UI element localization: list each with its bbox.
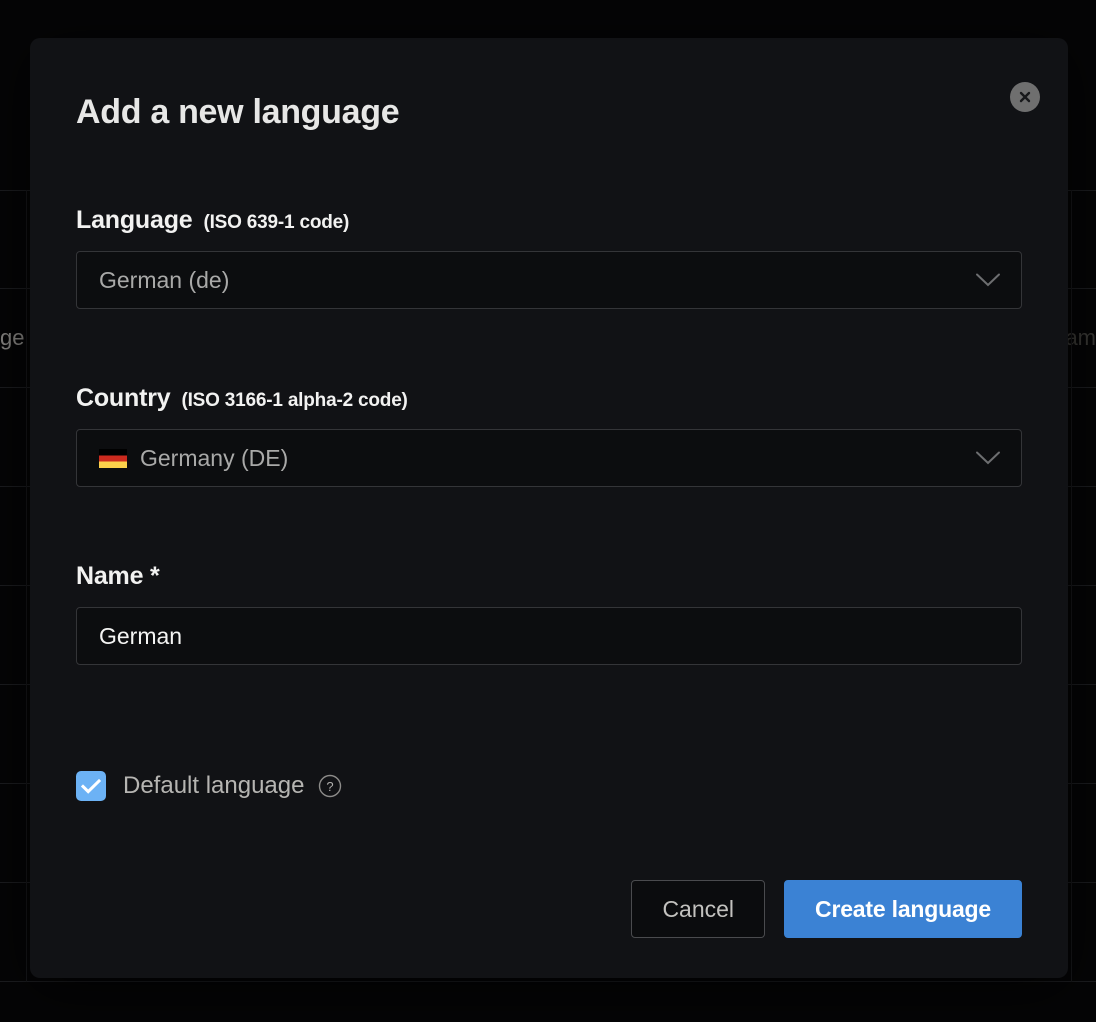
table-column-separator [26, 190, 27, 982]
language-select[interactable]: German (de) [76, 251, 1022, 309]
language-select-value: German (de) [99, 266, 230, 293]
default-language-row: Default language ? [76, 771, 342, 801]
country-select-value: Germany (DE) [140, 444, 289, 471]
question-circle-icon[interactable]: ? [318, 774, 342, 798]
dialog-title: Add a new language [76, 93, 400, 131]
country-label-text: Country [76, 384, 171, 412]
close-icon[interactable] [1010, 82, 1040, 112]
name-input-value: German [99, 622, 183, 649]
language-label-text: Language [76, 206, 193, 234]
name-label-text: Name * [76, 562, 160, 590]
chevron-down-icon [976, 451, 1000, 465]
country-label: Country (ISO 3166-1 alpha-2 code) [76, 384, 1022, 413]
default-language-label[interactable]: Default language [123, 772, 304, 800]
table-column-separator [1071, 190, 1072, 982]
create-language-button[interactable]: Create language [784, 880, 1022, 938]
language-field: Language (ISO 639-1 code) German (de) [76, 206, 1022, 309]
name-input[interactable]: German [76, 607, 1022, 665]
chevron-down-icon [976, 273, 1000, 287]
cancel-button[interactable]: Cancel [631, 880, 766, 938]
name-field: Name * German [76, 562, 1022, 665]
table-cell-left: ge [0, 325, 25, 350]
svg-text:?: ? [327, 779, 334, 794]
flag-de-icon [99, 448, 127, 468]
add-language-dialog: Add a new language Language (ISO 639-1 c… [30, 38, 1068, 978]
country-label-note: (ISO 3166-1 alpha-2 code) [181, 390, 408, 411]
country-field: Country (ISO 3166-1 alpha-2 code) German… [76, 384, 1022, 487]
check-icon [81, 778, 101, 794]
language-label-note: (ISO 639-1 code) [203, 212, 350, 233]
country-select[interactable]: Germany (DE) [76, 429, 1022, 487]
name-label: Name * [76, 562, 1022, 591]
default-language-checkbox[interactable] [76, 771, 106, 801]
language-label: Language (ISO 639-1 code) [76, 206, 1022, 235]
dialog-footer: Cancel Create language [631, 880, 1022, 938]
close-x-glyph [1019, 91, 1031, 103]
